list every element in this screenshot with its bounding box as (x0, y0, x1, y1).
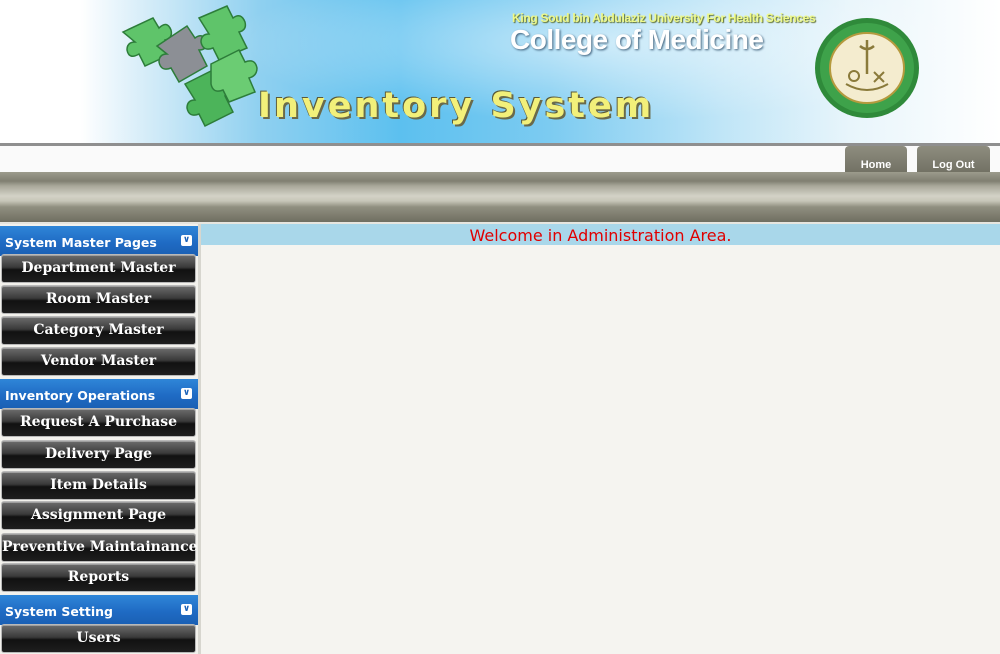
item-details-button[interactable]: Item Details (1, 471, 196, 500)
welcome-message: Welcome in Administration Area. (469, 226, 732, 245)
double-chevron-down-icon[interactable]: ∨ (181, 235, 192, 246)
university-name: King Soud bin Abdulaziz University For H… (512, 11, 816, 25)
nav-band (0, 172, 1000, 222)
section-header-system-master-pages[interactable]: System Master Pages ∨ (0, 226, 198, 256)
section-header-inventory-operations[interactable]: Inventory Operations ∨ (0, 379, 198, 409)
site-header: King Soud bin Abdulaziz University For H… (0, 0, 1000, 143)
department-master-button[interactable]: Department Master (1, 254, 196, 283)
request-a-purchase-button[interactable]: Request A Purchase (1, 408, 196, 437)
assignment-page-button[interactable]: Assignment Page (1, 501, 196, 530)
main-content (201, 245, 1000, 654)
reports-button[interactable]: Reports (1, 563, 196, 592)
college-name: College of Medicine (510, 24, 764, 55)
category-master-button[interactable]: Category Master (1, 316, 196, 345)
double-chevron-down-icon[interactable]: ∨ (181, 388, 192, 399)
delivery-page-button[interactable]: Delivery Page (1, 440, 196, 469)
room-master-button[interactable]: Room Master (1, 285, 196, 314)
vendor-master-button[interactable]: Vendor Master (1, 347, 196, 376)
university-seal-icon (815, 18, 919, 118)
preventive-maintainance-button[interactable]: Preventive Maintainance (1, 533, 198, 562)
section-header-system-setting[interactable]: System Setting ∨ (0, 595, 198, 625)
double-chevron-down-icon[interactable]: ∨ (181, 604, 192, 615)
system-title: Inventory System (258, 86, 655, 126)
users-button[interactable]: Users (1, 624, 196, 653)
puzzle-pieces-icon (121, 5, 258, 128)
